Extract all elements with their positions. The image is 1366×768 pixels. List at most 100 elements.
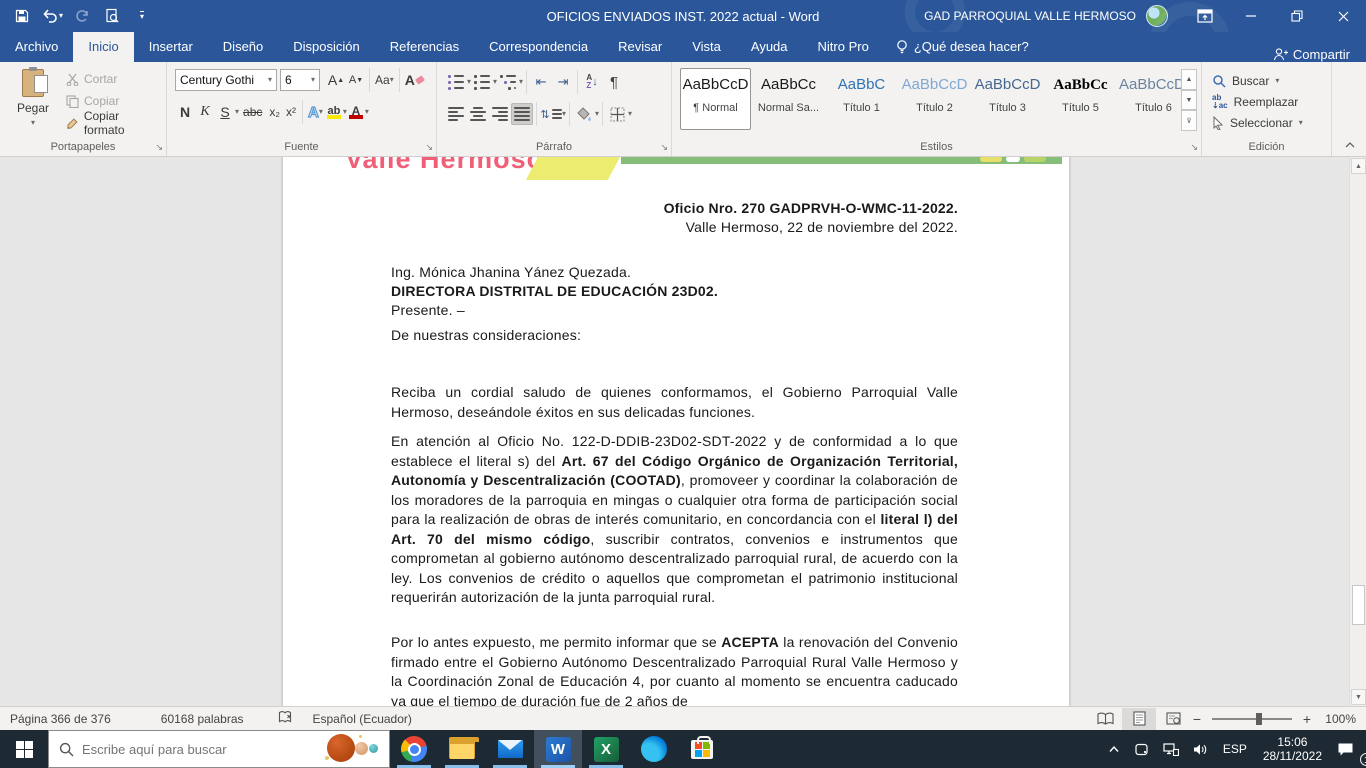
paste-button[interactable]: Pegar ▾ <box>8 66 58 138</box>
tab-nitro-pro[interactable]: Nitro Pro <box>803 32 884 62</box>
tray-tablet-mode-icon[interactable] <box>1127 730 1156 768</box>
paste-dropdown-caret[interactable]: ▾ <box>31 119 35 127</box>
tray-network-icon[interactable] <box>1156 730 1186 768</box>
zoom-slider-thumb[interactable] <box>1256 712 1262 725</box>
font-color-caret[interactable]: ▾ <box>365 108 369 116</box>
web-layout-icon[interactable] <box>1156 708 1190 730</box>
format-painter-button[interactable]: Copiar formato <box>62 109 166 137</box>
tab-disposicion[interactable]: Disposición <box>278 32 374 62</box>
shading-icon[interactable] <box>573 103 595 125</box>
styles-more-icon[interactable]: ⊽ <box>1181 110 1197 132</box>
minimize-button[interactable] <box>1228 0 1274 32</box>
increase-indent-icon[interactable]: ⇥ <box>552 71 574 93</box>
pilcrow-icon[interactable]: ¶ <box>603 71 625 93</box>
select-button[interactable]: Seleccionar ▾ <box>1202 112 1331 133</box>
style-normal-sa[interactable]: AaBbCc Normal Sa... <box>753 68 824 130</box>
tab-insertar[interactable]: Insertar <box>134 32 208 62</box>
borders-caret[interactable]: ▾ <box>628 110 632 118</box>
scroll-down-icon[interactable]: ▼ <box>1351 689 1366 705</box>
style-titulo-5[interactable]: AaBbCc Título 5 <box>1045 68 1116 130</box>
zoom-level[interactable]: 100% <box>1314 712 1366 726</box>
restore-button[interactable] <box>1274 0 1320 32</box>
taskbar-mail-icon[interactable] <box>486 730 534 768</box>
tab-inicio[interactable]: Inicio <box>73 32 134 62</box>
tab-archivo[interactable]: Archivo <box>0 32 73 62</box>
page-indicator[interactable]: Página 366 de 376 <box>0 712 121 726</box>
taskbar-word-icon[interactable]: W <box>534 730 582 768</box>
undo-dropdown-caret[interactable]: ▾ <box>59 12 63 20</box>
multilevel-caret[interactable]: ▾ <box>519 78 523 86</box>
save-icon[interactable] <box>8 3 36 29</box>
shading-caret[interactable]: ▾ <box>595 110 599 118</box>
print-preview-icon[interactable] <box>98 3 126 29</box>
shrink-font-button[interactable]: A ▼ <box>346 69 366 91</box>
zoom-slider[interactable] <box>1212 712 1292 725</box>
style-titulo-1[interactable]: AaBbC Título 1 <box>826 68 897 130</box>
word-count[interactable]: 60168 palabras <box>151 712 254 726</box>
style-titulo-6[interactable]: AaBbCcDc Título 6 <box>1118 68 1189 130</box>
justify-icon[interactable] <box>511 103 533 125</box>
proofing-icon[interactable] <box>268 710 303 727</box>
underline-button[interactable]: S <box>215 101 235 123</box>
tab-vista[interactable]: Vista <box>677 32 736 62</box>
print-layout-icon[interactable] <box>1122 707 1156 730</box>
tray-clock[interactable]: 15:06 28/11/2022 <box>1255 735 1330 763</box>
account-name[interactable]: GAD PARROQUIAL VALLE HERMOSO <box>924 9 1136 23</box>
dialog-launcher-icon[interactable]: ↘ <box>1190 142 1198 153</box>
font-size-combo[interactable]: 6 ▾ <box>280 69 320 91</box>
decrease-indent-icon[interactable]: ⇤ <box>530 71 552 93</box>
font-color-button[interactable]: A <box>347 101 365 123</box>
document-page[interactable]: Valle Hermoso Oficio Nro. 270 GADPRVH-O-… <box>283 157 1069 706</box>
highlight-button[interactable]: ab <box>325 101 343 123</box>
taskbar-excel-icon[interactable]: X <box>582 730 630 768</box>
tab-revisar[interactable]: Revisar <box>603 32 677 62</box>
align-left-icon[interactable] <box>445 103 467 125</box>
tray-language-indicator[interactable]: ESP <box>1215 742 1255 756</box>
find-button[interactable]: Buscar ▾ <box>1202 70 1331 91</box>
numbering-icon[interactable] <box>471 71 493 93</box>
borders-icon[interactable] <box>606 103 628 125</box>
taskbar-store-icon[interactable] <box>678 730 726 768</box>
styles-scroll-down-icon[interactable]: ▼ <box>1181 89 1197 111</box>
taskbar-file-explorer-icon[interactable] <box>438 730 486 768</box>
tell-me-box[interactable]: ¿Qué desea hacer? <box>884 32 1041 62</box>
collapse-ribbon-icon[interactable] <box>1344 138 1356 152</box>
action-center-icon[interactable]: 1 <box>1330 730 1366 768</box>
grow-font-button[interactable]: A ▲ <box>326 69 346 91</box>
dialog-launcher-icon[interactable]: ↘ <box>425 142 433 153</box>
tray-hidden-icons-chevron[interactable] <box>1101 730 1127 768</box>
text-effects-button[interactable]: A ▾ <box>306 101 325 123</box>
customize-qat-icon[interactable]: ▾ <box>128 3 156 29</box>
change-case-button[interactable]: Aa ▾ <box>373 69 396 91</box>
zoom-out-icon[interactable]: − <box>1190 711 1204 727</box>
tab-ayuda[interactable]: Ayuda <box>736 32 803 62</box>
align-center-icon[interactable] <box>467 103 489 125</box>
scroll-up-icon[interactable]: ▲ <box>1351 158 1366 174</box>
start-button[interactable] <box>0 730 48 768</box>
superscript-button[interactable]: x² <box>283 101 299 123</box>
read-mode-icon[interactable] <box>1088 708 1122 730</box>
scrollbar-thumb[interactable] <box>1352 585 1365 625</box>
ribbon-display-options-icon[interactable] <box>1182 0 1228 32</box>
taskbar-edge-icon[interactable] <box>630 730 678 768</box>
document-canvas[interactable]: Valle Hermoso Oficio Nro. 270 GADPRVH-O-… <box>0 157 1366 706</box>
italic-button[interactable]: K <box>195 101 215 123</box>
search-input[interactable] <box>74 741 389 757</box>
styles-scroll-up-icon[interactable]: ▲ <box>1181 69 1197 90</box>
dialog-launcher-icon[interactable]: ↘ <box>155 142 163 153</box>
style-titulo-2[interactable]: AaBbCcD Título 2 <box>899 68 970 130</box>
undo-icon[interactable]: ▾ <box>38 3 66 29</box>
vertical-scrollbar[interactable]: ▲ ▼ <box>1349 157 1366 706</box>
font-family-combo[interactable]: Century Gothi ▾ <box>175 69 277 91</box>
multilevel-list-icon[interactable] <box>497 71 519 93</box>
clear-formatting-button[interactable]: A <box>403 69 427 91</box>
subscript-button[interactable]: x₂ <box>266 101 283 123</box>
language-indicator[interactable]: Español (Ecuador) <box>303 712 422 726</box>
tab-diseno[interactable]: Diseño <box>208 32 278 62</box>
bold-button[interactable]: N <box>175 101 195 123</box>
account-avatar[interactable] <box>1146 5 1168 27</box>
line-spacing-icon[interactable]: ⇅ <box>540 103 562 125</box>
taskbar-search[interactable] <box>48 730 390 768</box>
tray-volume-icon[interactable] <box>1186 730 1215 768</box>
align-right-icon[interactable] <box>489 103 511 125</box>
